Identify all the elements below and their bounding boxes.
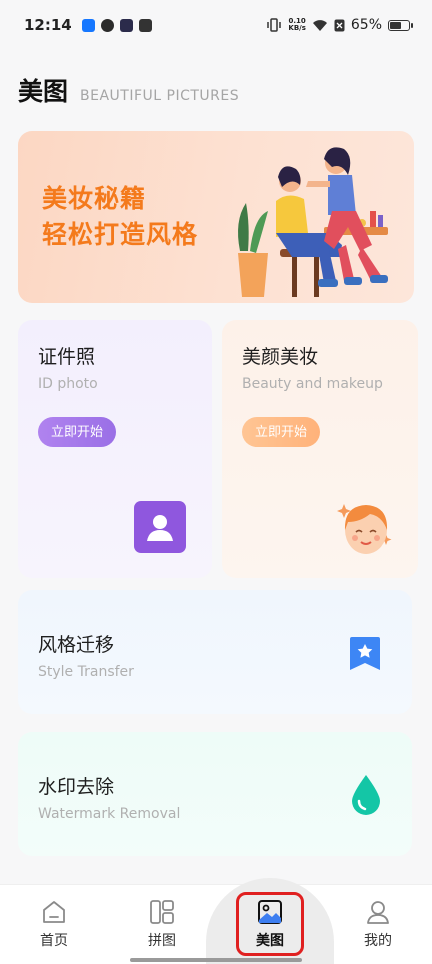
nav-label-home: 首页 <box>40 933 68 949</box>
play-notification-icon <box>119 18 133 32</box>
home-icon <box>43 901 65 923</box>
vibrate-icon <box>267 18 282 32</box>
watermark-removal-title: 水印去除 <box>38 776 115 798</box>
no-sim-icon <box>334 19 345 31</box>
home-indicator[interactable] <box>130 958 302 962</box>
makeup-artist-illustration <box>238 147 388 297</box>
nav-item-mine[interactable]: 我的 <box>338 898 418 950</box>
wifi-icon <box>312 19 327 31</box>
profile-icon <box>367 901 389 924</box>
nav-item-collage[interactable]: 拼图 <box>122 898 202 950</box>
beauty-makeup-subtitle: Beauty and makeup <box>242 376 383 392</box>
nav-label-mine: 我的 <box>364 933 392 949</box>
style-transfer-card[interactable]: 风格迁移 Style Transfer <box>18 590 412 714</box>
smiling-face-icon <box>337 504 392 554</box>
status-bar: 12:14 0.10 KB/s 65% <box>0 0 432 50</box>
page-header: 美图 BEAUTIFUL PICTURES <box>18 72 239 108</box>
alipay-notification-icon <box>81 18 95 32</box>
network-speed: 0.10 KB/s <box>288 18 305 32</box>
battery-icon <box>388 19 413 31</box>
banner-line-1: 美妆秘籍 <box>42 184 147 213</box>
style-transfer-title: 风格迁移 <box>38 634 115 656</box>
water-drop-icon <box>352 775 380 815</box>
id-photo-start-button[interactable]: 立即开始 <box>38 417 117 447</box>
app-notification-icon <box>100 18 114 32</box>
status-time: 12:14 <box>24 16 72 34</box>
beauty-makeup-start-button[interactable]: 立即开始 <box>242 417 321 447</box>
watermark-removal-card[interactable]: 水印去除 Watermark Removal <box>18 732 412 856</box>
highlight-box <box>236 892 304 956</box>
nav-item-home[interactable]: 首页 <box>14 898 94 950</box>
id-photo-subtitle: ID photo <box>38 376 98 392</box>
portrait-icon <box>134 501 186 553</box>
beauty-makeup-card[interactable]: 美颜美妆 Beauty and makeup 立即开始 <box>222 320 418 578</box>
makeup-banner[interactable]: 美妆秘籍 轻松打造风格 <box>18 131 414 303</box>
id-photo-card[interactable]: 证件照 ID photo 立即开始 <box>18 320 212 578</box>
network-speed-unit: KB/s <box>288 24 306 32</box>
beauty-makeup-title: 美颜美妆 <box>242 346 319 368</box>
id-photo-title: 证件照 <box>38 346 96 368</box>
watermark-removal-subtitle: Watermark Removal <box>38 806 181 822</box>
page-title: 美图 <box>18 77 69 106</box>
banner-text: 美妆秘籍 轻松打造风格 <box>42 181 198 253</box>
bookmark-star-icon <box>350 637 380 670</box>
battery-percent: 65% <box>350 17 382 33</box>
banner-line-2: 轻松打造风格 <box>42 220 199 249</box>
nav-label-collage: 拼图 <box>148 933 176 949</box>
style-transfer-subtitle: Style Transfer <box>38 664 134 680</box>
battery-fill <box>390 21 401 29</box>
collage-icon <box>150 900 174 924</box>
message-notification-icon <box>138 18 152 32</box>
page-subtitle: BEAUTIFUL PICTURES <box>80 88 240 104</box>
